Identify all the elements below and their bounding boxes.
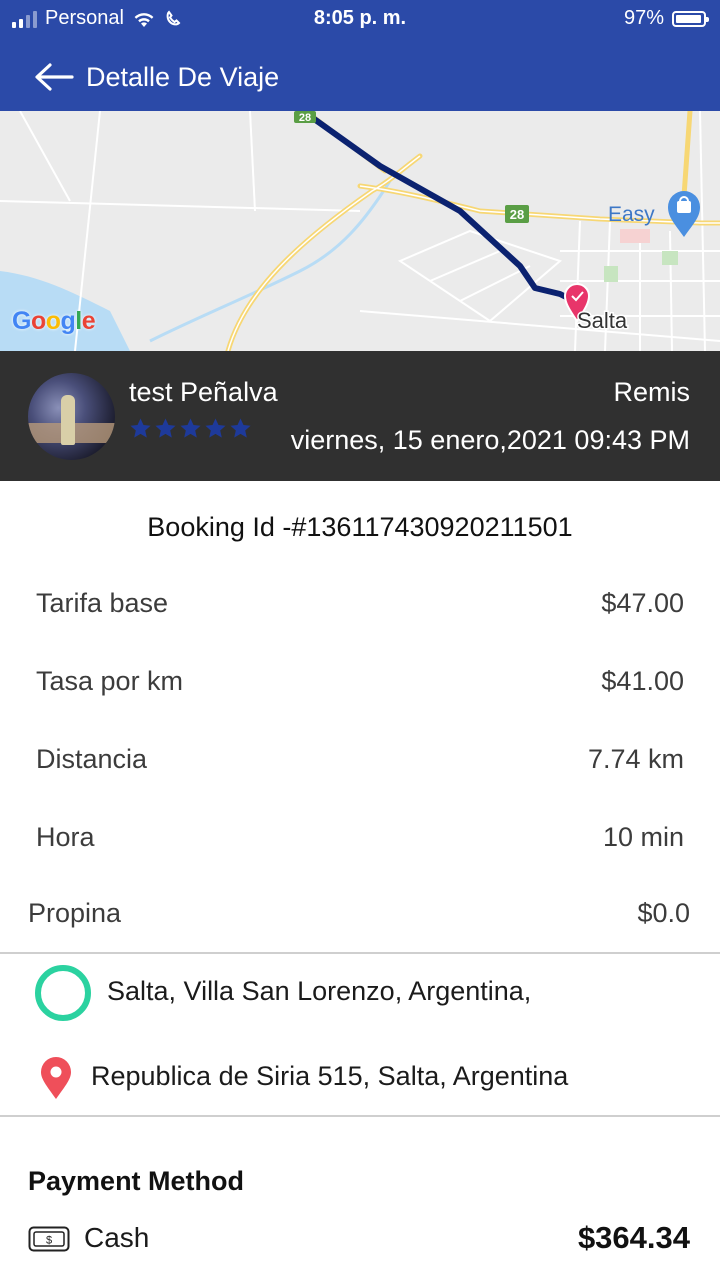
pickup-location: Salta, Villa San Lorenzo, Argentina, xyxy=(0,962,720,1022)
driver-name: test Peñalva xyxy=(129,377,278,407)
route-28-label-top: 28 xyxy=(299,112,311,124)
star-icon xyxy=(205,418,226,438)
vehicle-type: Remis xyxy=(613,377,690,407)
fare-value: $41.00 xyxy=(601,666,684,696)
fare-row-tip: Propina $0.0 xyxy=(0,894,720,934)
page-title: Detalle De Viaje xyxy=(86,61,280,92)
fare-value: 10 min xyxy=(602,822,684,852)
location-pin-icon xyxy=(41,1057,71,1099)
star-icon xyxy=(230,418,251,438)
status-bar: Personal 8:05 p. m. 97% xyxy=(0,0,720,38)
battery-fill xyxy=(676,14,702,23)
app-header-bar: Personal 8:05 p. m. 97% Detalle De Viaje xyxy=(0,0,720,111)
back-button[interactable] xyxy=(32,55,76,99)
google-logo: Google xyxy=(12,307,96,336)
fare-label: Distancia xyxy=(36,744,148,774)
star-icon xyxy=(130,418,151,438)
fare-row-time: Hora 10 min xyxy=(0,818,720,858)
arrow-left-icon xyxy=(35,63,74,91)
fare-label: Hora xyxy=(36,822,95,852)
driver-rating xyxy=(129,417,252,440)
fare-value: 7.74 km xyxy=(587,744,684,774)
payment-method-label: Cash xyxy=(84,1222,150,1253)
route-28-shield: 28 xyxy=(505,205,529,223)
commercial-area xyxy=(620,229,650,243)
fare-row-per-km: Tasa por km $41.00 xyxy=(0,662,720,702)
park-area xyxy=(604,266,618,282)
google-logo-text: Google xyxy=(12,307,96,335)
divider xyxy=(0,1115,720,1117)
dropoff-address: Republica de Siria 515, Salta, Argentina xyxy=(91,1061,569,1091)
tip-label: Propina xyxy=(28,898,122,928)
route-28-label: 28 xyxy=(510,207,524,222)
fare-row-base: Tarifa base $47.00 xyxy=(0,584,720,624)
battery-percent: 97% xyxy=(623,7,664,29)
pickup-address: Salta, Villa San Lorenzo, Argentina, xyxy=(107,976,532,1006)
nav-header: Detalle De Viaje xyxy=(0,52,720,102)
star-icon xyxy=(155,418,176,438)
city-label: Salta xyxy=(577,308,628,333)
tip-value: $0.0 xyxy=(637,898,690,928)
trip-route-map[interactable]: 28 28 Easy Salta Google xyxy=(0,111,720,351)
route-28-shield-top: 28 xyxy=(294,111,316,124)
battery-icon xyxy=(672,10,709,27)
booking-id: Booking Id -#136117430920211501 xyxy=(147,512,573,542)
payment-method-title: Payment Method xyxy=(28,1166,245,1196)
clock: 8:05 p. m. xyxy=(313,7,407,29)
fare-label: Tasa por km xyxy=(36,666,184,696)
cash-icon: $ xyxy=(28,1226,70,1252)
fare-row-distance: Distancia 7.74 km xyxy=(0,740,720,780)
svg-text:$: $ xyxy=(46,1235,52,1247)
status-right: 97% xyxy=(623,7,709,30)
payment-method-row: $ Cash $364.34 xyxy=(0,1217,720,1261)
fare-label: Tarifa base xyxy=(36,588,169,618)
map-canvas: 28 28 Easy Salta xyxy=(0,111,720,351)
park-area xyxy=(662,251,678,265)
store-label: Easy xyxy=(608,203,655,226)
driver-avatar xyxy=(28,373,115,460)
star-icon xyxy=(180,418,201,438)
driver-info-panel: test Peñalva Remis viernes, 15 enero,202… xyxy=(0,351,720,481)
pickup-circle-icon xyxy=(35,965,91,1021)
dropoff-location: Republica de Siria 515, Salta, Argentina xyxy=(0,1047,720,1107)
divider xyxy=(0,952,720,954)
trip-datetime: viernes, 15 enero,2021 09:43 PM xyxy=(290,425,690,455)
trip-total: $364.34 xyxy=(577,1220,690,1255)
fare-value: $47.00 xyxy=(601,588,684,618)
